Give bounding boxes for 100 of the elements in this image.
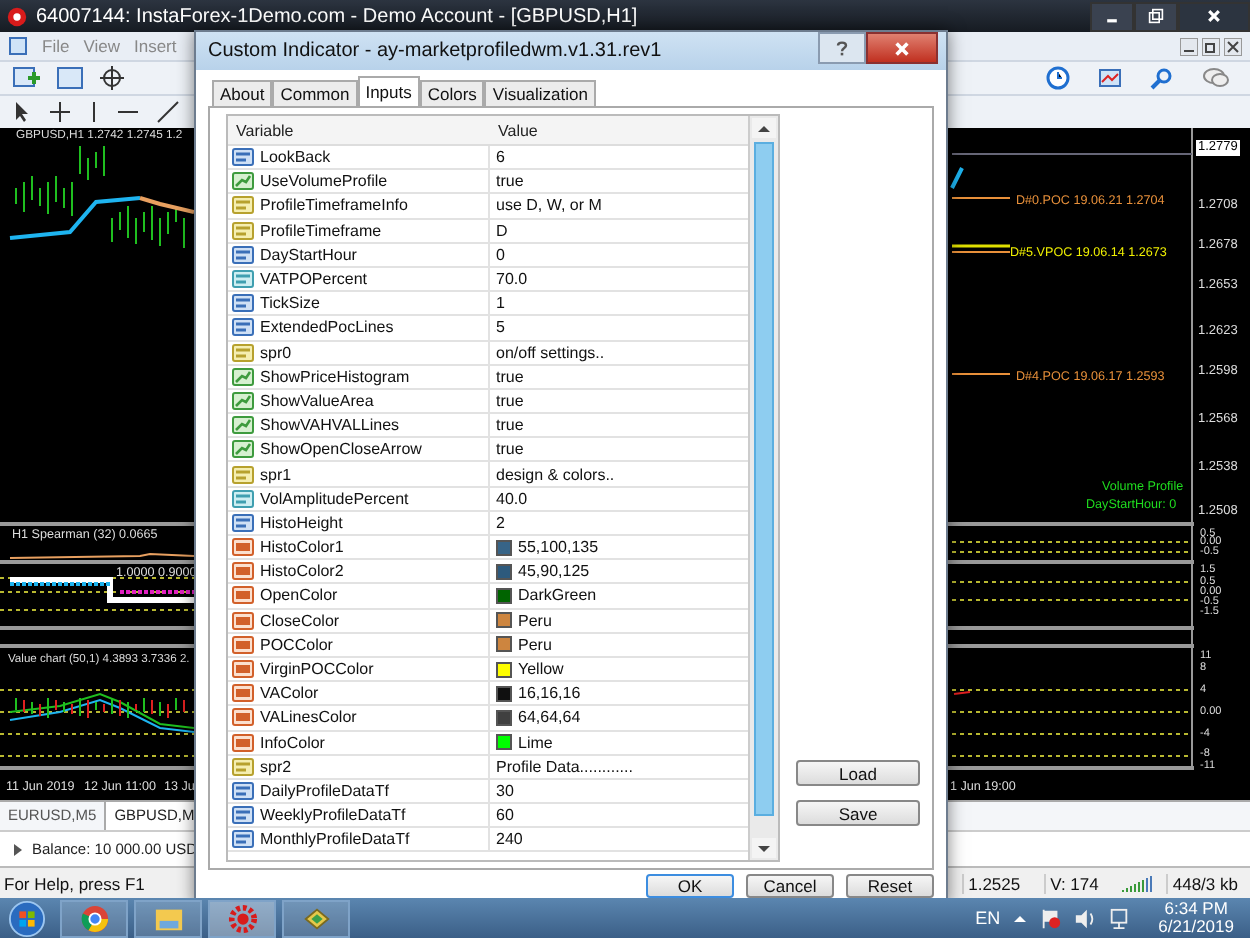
variable-value[interactable]: Lime [518, 733, 553, 752]
clock-date[interactable]: 6/21/2019 [1158, 918, 1234, 937]
scroll-up-icon[interactable] [752, 118, 776, 138]
expand-icon[interactable] [12, 839, 24, 859]
variable-value[interactable]: 0 [496, 245, 505, 264]
variable-value[interactable]: 45,90,125 [518, 562, 590, 581]
variable-name[interactable]: VolAmplitudePercent [260, 489, 409, 508]
maximize-button[interactable] [1134, 1, 1178, 31]
variable-name[interactable]: ShowOpenCloseArrow [260, 440, 422, 459]
variable-name[interactable]: spr2 [260, 757, 292, 776]
variable-name[interactable]: VAColor [260, 684, 319, 703]
variable-name[interactable]: ProfileTimeframeInfo [260, 196, 408, 215]
template-icon[interactable] [1098, 66, 1122, 90]
close-button[interactable] [866, 32, 938, 64]
help-button[interactable] [818, 32, 866, 64]
variable-name[interactable]: InfoColor [260, 733, 325, 752]
vertical-line-icon[interactable] [88, 100, 100, 124]
variable-value[interactable]: 40.0 [496, 489, 528, 508]
variable-name[interactable]: spr1 [260, 465, 292, 484]
network-icon[interactable] [1108, 907, 1131, 929]
variable-name[interactable]: VALinesColor [260, 708, 357, 727]
scroll-thumb[interactable] [754, 142, 774, 816]
variable-name[interactable]: ProfileTimeframe [260, 221, 382, 240]
variable-name[interactable]: spr0 [260, 343, 292, 362]
side-button[interactable]: Load [796, 760, 920, 786]
crosshair-icon[interactable] [100, 66, 124, 90]
taskbar-button[interactable] [134, 899, 202, 937]
minimize-button[interactable] [1090, 1, 1134, 31]
variable-name[interactable]: TickSize [260, 294, 320, 313]
variable-name[interactable]: HistoColor1 [260, 538, 344, 557]
horizontal-line-icon[interactable] [116, 106, 140, 118]
variable-value[interactable]: 30 [496, 781, 514, 800]
dialog-tab[interactable]: Inputs [357, 76, 420, 106]
column-header[interactable]: Variable [228, 116, 490, 146]
flag-icon[interactable] [1040, 907, 1063, 929]
variable-name[interactable]: MonthlyProfileDataTf [260, 830, 410, 849]
variable-name[interactable]: UseVolumeProfile [260, 172, 388, 191]
cursor-icon[interactable] [12, 100, 32, 124]
variable-name[interactable]: POCColor [260, 635, 333, 654]
variable-value[interactable]: 64,64,64 [518, 708, 581, 727]
variable-value[interactable]: true [496, 172, 524, 191]
variable-value[interactable]: 1 [496, 294, 505, 313]
dialog-button[interactable]: Reset [846, 874, 934, 898]
trendline-icon[interactable] [156, 100, 180, 124]
variable-value[interactable]: 55,100,135 [518, 538, 599, 557]
variable-name[interactable]: ShowValueArea [260, 391, 374, 410]
side-button[interactable]: Save [796, 800, 920, 826]
window-icon[interactable] [56, 66, 84, 90]
new-chart-icon[interactable] [12, 66, 40, 90]
variable-name[interactable]: ShowVAHVALLines [260, 416, 400, 435]
restore-icon[interactable] [1202, 37, 1220, 55]
dialog-button[interactable]: OK [646, 874, 734, 898]
variable-name[interactable]: LookBack [260, 148, 331, 167]
variable-name[interactable]: VATPOPercent [260, 270, 367, 289]
variable-name[interactable]: OpenColor [260, 586, 338, 605]
variable-value[interactable]: true [496, 416, 524, 435]
variable-name[interactable]: VirginPOCColor [260, 660, 374, 679]
variable-value[interactable]: true [496, 391, 524, 410]
clock-time[interactable]: 6:34 PM [1164, 899, 1228, 918]
dialog-tab[interactable]: Common [272, 80, 358, 106]
close-button[interactable] [1178, 1, 1250, 31]
variable-name[interactable]: DailyProfileDataTf [260, 781, 389, 800]
scrollbar[interactable] [748, 116, 778, 860]
variable-value[interactable]: 16,16,16 [518, 684, 581, 703]
chart-icon[interactable] [8, 36, 28, 56]
variable-value[interactable]: Peru [518, 611, 552, 630]
variable-value[interactable]: on/off settings.. [496, 343, 605, 362]
clock-icon[interactable] [1046, 66, 1070, 90]
language-indicator[interactable]: EN [975, 908, 1001, 928]
scroll-down-icon[interactable] [752, 838, 776, 858]
crosshair-icon[interactable] [48, 100, 72, 124]
variable-value[interactable]: true [496, 367, 524, 386]
dialog-tab[interactable]: About [212, 80, 273, 106]
dialog-tab[interactable]: Visualization [484, 80, 596, 106]
taskbar-button[interactable] [282, 899, 350, 937]
variable-value[interactable]: use D, W, or M [496, 196, 602, 215]
variable-name[interactable]: WeeklyProfileDataTf [260, 806, 406, 825]
variable-name[interactable]: HistoHeight [260, 513, 343, 532]
variable-value[interactable]: 2 [496, 513, 505, 532]
search-icon[interactable] [1150, 66, 1174, 90]
minimize-icon[interactable] [1180, 37, 1198, 55]
column-header[interactable]: Value [490, 116, 748, 146]
variable-value[interactable]: 5 [496, 318, 505, 337]
variable-value[interactable]: Yellow [518, 660, 564, 679]
variable-name[interactable]: ShowPriceHistogram [260, 367, 410, 386]
variable-value[interactable]: Profile Data............ [496, 757, 633, 776]
variable-value[interactable]: 240 [496, 830, 523, 849]
variable-value[interactable]: Peru [518, 635, 552, 654]
variable-name[interactable]: DayStartHour [260, 245, 357, 264]
dialog-button[interactable]: Cancel [746, 874, 834, 898]
chat-icon[interactable] [1202, 66, 1230, 90]
taskbar-button[interactable] [60, 899, 128, 937]
start-button[interactable] [8, 899, 46, 937]
variable-value[interactable]: 6 [496, 148, 505, 167]
variable-value[interactable]: 70.0 [496, 270, 528, 289]
variable-value[interactable]: design & colors.. [496, 465, 615, 484]
close-icon[interactable] [1224, 37, 1242, 55]
variable-name[interactable]: CloseColor [260, 611, 340, 630]
variable-value[interactable]: true [496, 440, 524, 459]
chevron-up-icon[interactable] [1012, 912, 1029, 924]
